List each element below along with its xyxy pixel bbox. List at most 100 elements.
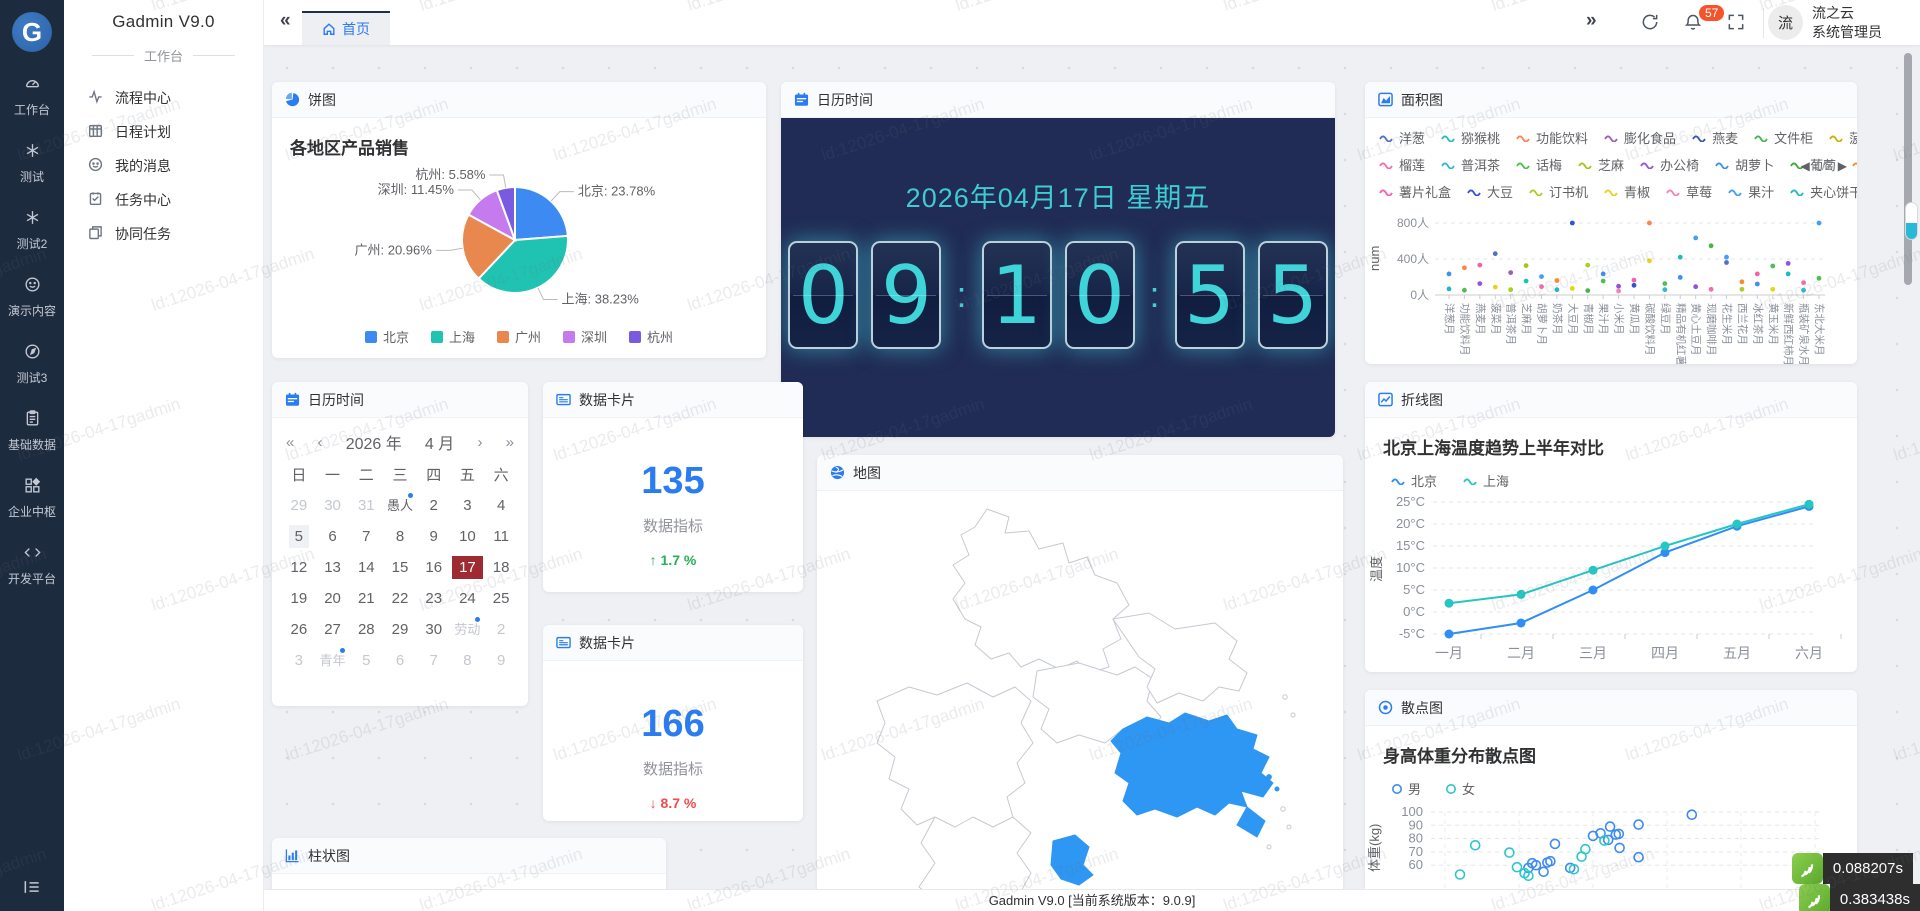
rail-item-工作台[interactable]: 工作台	[0, 74, 64, 118]
calendar-day-16[interactable]: 16	[417, 553, 451, 583]
calendar-day-29[interactable]: 29	[383, 615, 417, 645]
calendar-day-30[interactable]: 30	[417, 615, 451, 645]
legend-item-胡萝卜[interactable]: 胡萝卜	[1715, 155, 1774, 174]
calendar-day-18[interactable]: 18	[484, 553, 518, 583]
calendar-day-愚人[interactable]: 愚人	[383, 491, 417, 521]
calendar-day-17[interactable]: 17	[451, 553, 485, 583]
legend-item-上海[interactable]: 上海	[431, 327, 475, 346]
legend-item-北京[interactable]: 北京	[365, 327, 409, 346]
rail-item-开发平台[interactable]: 开发平台	[0, 543, 64, 587]
sidebar-item-协同任务[interactable]: 协同任务	[64, 217, 263, 251]
calendar-day-30[interactable]: 30	[316, 491, 350, 521]
scrollbar-thumb[interactable]	[1904, 53, 1912, 285]
collapse-left-icon[interactable]: «	[280, 10, 291, 32]
fullscreen-icon[interactable]	[1726, 12, 1746, 32]
calendar-day-28[interactable]: 28	[349, 615, 383, 645]
calendar-day-青年[interactable]: 青年	[316, 646, 350, 676]
legend-item-洋葱[interactable]: 洋葱	[1379, 128, 1425, 147]
sidebar-item-日程计划[interactable]: 日程计划	[64, 115, 263, 149]
legend-item-话梅[interactable]: 话梅	[1516, 155, 1562, 174]
legend-item-草莓[interactable]: 草莓	[1666, 182, 1712, 201]
calendar-day-12[interactable]: 12	[282, 553, 316, 583]
prev-year-icon[interactable]: «	[286, 434, 294, 451]
calendar-day-5[interactable]: 5	[349, 646, 383, 676]
calendar-day-7[interactable]: 7	[417, 646, 451, 676]
rail-item-基础数据[interactable]: 基础数据	[0, 409, 64, 453]
calendar-day-31[interactable]: 31	[349, 491, 383, 521]
calendar-day-8[interactable]: 8	[383, 522, 417, 552]
next-month-icon[interactable]: ›	[477, 434, 482, 451]
legend-item-芝麻[interactable]: 芝麻	[1578, 155, 1624, 174]
legend-item-奶茶[interactable]: 奶茶	[1852, 155, 1857, 174]
user-avatar[interactable]: 流	[1768, 5, 1803, 40]
calendar-day-19[interactable]: 19	[282, 584, 316, 614]
rail-item-测试[interactable]: 测试	[0, 141, 64, 185]
calendar-day-9[interactable]: 9	[417, 522, 451, 552]
calendar-day-8[interactable]: 8	[451, 646, 485, 676]
pager-next-icon[interactable]: ▶	[1838, 159, 1847, 173]
calendar-day-2[interactable]: 2	[417, 491, 451, 521]
calendar-day-20[interactable]: 20	[316, 584, 350, 614]
calendar-day-21[interactable]: 21	[349, 584, 383, 614]
rail-item-测试2[interactable]: 测试2	[0, 208, 64, 252]
legend-item-大豆[interactable]: 大豆	[1467, 182, 1513, 201]
pager-prev-icon[interactable]: ◀	[1800, 159, 1809, 173]
calendar-day-27[interactable]: 27	[316, 615, 350, 645]
legend-item-燕麦[interactable]: 燕麦	[1692, 128, 1738, 147]
china-region-map[interactable]	[817, 491, 1343, 911]
next-year-icon[interactable]: »	[506, 434, 514, 451]
calendar-day-25[interactable]: 25	[484, 584, 518, 614]
sidebar-item-流程中心[interactable]: 流程中心	[64, 81, 263, 115]
legend-item-猕猴桃[interactable]: 猕猴桃	[1441, 128, 1500, 147]
app-logo[interactable]: G	[12, 12, 52, 52]
calendar-day-13[interactable]: 13	[316, 553, 350, 583]
legend-item-菠菜[interactable]: 菠菜	[1829, 128, 1857, 147]
calendar-day-10[interactable]: 10	[451, 522, 485, 552]
legend-item-广州[interactable]: 广州	[497, 327, 541, 346]
legend-item-榴莲[interactable]: 榴莲	[1379, 155, 1425, 174]
refresh-icon[interactable]	[1640, 12, 1660, 32]
sidebar-item-我的消息[interactable]: 我的消息	[64, 149, 263, 183]
expand-right-icon[interactable]: »	[1586, 10, 1597, 32]
calendar-day-23[interactable]: 23	[417, 584, 451, 614]
calendar-day-9[interactable]: 9	[484, 646, 518, 676]
scrollbar-indicator[interactable]	[1905, 202, 1918, 240]
prev-month-icon[interactable]: ‹	[318, 434, 323, 451]
rail-item-测试3[interactable]: 测试3	[0, 342, 64, 386]
calendar-day-22[interactable]: 22	[383, 584, 417, 614]
legend-item-办公椅[interactable]: 办公椅	[1640, 155, 1699, 174]
calendar-day-6[interactable]: 6	[316, 522, 350, 552]
calendar-day-26[interactable]: 26	[282, 615, 316, 645]
legend-item-女[interactable]: 女	[1445, 779, 1475, 798]
legend-item-北京[interactable]: 北京	[1391, 471, 1437, 490]
tab-home[interactable]: 首页	[302, 11, 390, 45]
legend-item-杭州[interactable]: 杭州	[629, 327, 673, 346]
calendar-day-29[interactable]: 29	[282, 491, 316, 521]
calendar-day-3[interactable]: 3	[451, 491, 485, 521]
legend-item-上海[interactable]: 上海	[1463, 471, 1509, 490]
legend-item-薯片礼盒[interactable]: 薯片礼盒	[1379, 182, 1451, 201]
calendar-day-2[interactable]: 2	[484, 615, 518, 645]
calendar-day-14[interactable]: 14	[349, 553, 383, 583]
legend-item-功能饮料[interactable]: 功能饮料	[1516, 128, 1588, 147]
legend-item-夹心饼干[interactable]: 夹心饼干	[1790, 182, 1857, 201]
legend-item-文件柜[interactable]: 文件柜	[1754, 128, 1813, 147]
user-info[interactable]: 流之云 系统管理员	[1812, 4, 1882, 42]
calendar-day-3[interactable]: 3	[282, 646, 316, 676]
calendar-day-6[interactable]: 6	[383, 646, 417, 676]
legend-item-男[interactable]: 男	[1391, 779, 1421, 798]
rail-item-企业中枢[interactable]: 企业中枢	[0, 476, 64, 520]
legend-item-普洱茶[interactable]: 普洱茶	[1441, 155, 1500, 174]
legend-item-果汁[interactable]: 果汁	[1728, 182, 1774, 201]
legend-item-订书机[interactable]: 订书机	[1529, 182, 1588, 201]
calendar-day-15[interactable]: 15	[383, 553, 417, 583]
menu-collapse-icon[interactable]	[0, 877, 64, 897]
legend-item-膨化食品[interactable]: 膨化食品	[1604, 128, 1676, 147]
calendar-day-4[interactable]: 4	[484, 491, 518, 521]
legend-item-深圳[interactable]: 深圳	[563, 327, 607, 346]
calendar-day-11[interactable]: 11	[484, 522, 518, 552]
calendar-day-24[interactable]: 24	[451, 584, 485, 614]
calendar-day-5[interactable]: 5	[282, 522, 316, 552]
rail-item-演示内容[interactable]: 演示内容	[0, 275, 64, 319]
sidebar-item-任务中心[interactable]: 任务中心	[64, 183, 263, 217]
